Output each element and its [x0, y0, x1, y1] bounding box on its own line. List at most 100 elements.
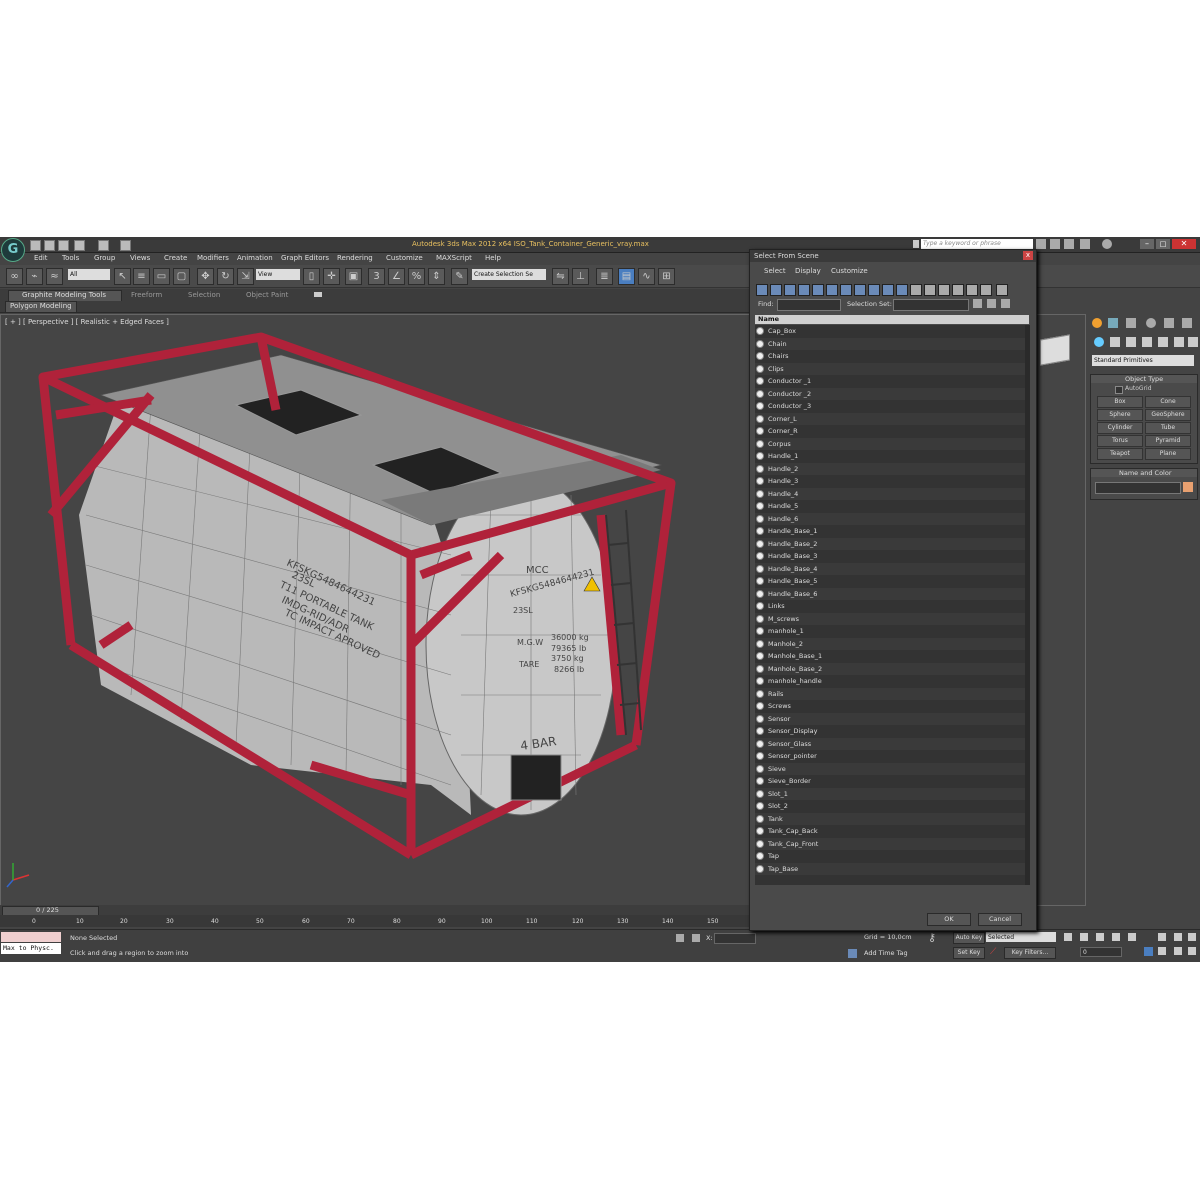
orbit-icon[interactable]	[1188, 947, 1196, 955]
zoom-all-icon[interactable]	[1174, 933, 1182, 941]
menu-graph-editors[interactable]: Graph Editors	[281, 254, 329, 262]
display-bones-icon[interactable]	[868, 284, 880, 296]
select-by-name-icon[interactable]: ≡	[133, 268, 150, 285]
selection-set-dropdown[interactable]	[893, 299, 969, 311]
list-item[interactable]: Chairs	[755, 350, 1029, 363]
dialog-close-button[interactable]: x	[1023, 251, 1033, 260]
list-item[interactable]: manhole_1	[755, 625, 1029, 638]
select-object-icon[interactable]: ↖	[114, 268, 131, 285]
spinner-snap-icon[interactable]: ⇕	[428, 268, 445, 285]
list-item[interactable]: Corner_L	[755, 412, 1029, 425]
curve-editor-icon[interactable]: ∿	[638, 268, 655, 285]
shapes-icon[interactable]	[1110, 337, 1120, 347]
help-search-input[interactable]: Type a keyword or phrase	[921, 239, 1033, 249]
list-item[interactable]: Conductor _3	[755, 400, 1029, 413]
key-filters-button[interactable]: Key Filters...	[1004, 947, 1056, 959]
display-lights-icon[interactable]	[784, 284, 796, 296]
favorites-icon[interactable]	[1080, 239, 1090, 249]
time-tag-icon[interactable]	[848, 949, 857, 958]
list-item[interactable]: Sensor_Glass	[755, 737, 1029, 750]
field-of-view-icon[interactable]	[1158, 947, 1166, 955]
list-item[interactable]: Handle_3	[755, 475, 1029, 488]
search-arrow-icon[interactable]	[913, 240, 919, 248]
named-selection-dropdown[interactable]: Create Selection Se	[472, 269, 546, 280]
list-item[interactable]: Handle_Base_1	[755, 525, 1029, 538]
new-file-icon[interactable]	[30, 240, 41, 251]
current-frame-field[interactable]: 0	[1080, 947, 1122, 957]
dialog-menu-customize[interactable]: Customize	[831, 267, 868, 275]
rotate-icon[interactable]: ↻	[217, 268, 234, 285]
primitive-type-dropdown[interactable]: Standard Primitives	[1092, 355, 1194, 366]
menu-views[interactable]: Views	[130, 254, 150, 262]
list-item[interactable]: Sieve	[755, 762, 1029, 775]
list-item[interactable]: Handle_2	[755, 462, 1029, 475]
track-bar[interactable]	[0, 915, 760, 927]
list-item[interactable]: Tank	[755, 812, 1029, 825]
graphite-toggle-icon[interactable]: ▤	[618, 268, 635, 285]
reference-coord-dropdown[interactable]: View	[256, 269, 300, 280]
ok-button[interactable]: OK	[927, 913, 971, 926]
minimize-button[interactable]: –	[1140, 239, 1154, 249]
motion-tab-icon[interactable]	[1146, 318, 1156, 328]
list-item[interactable]: Conductor _1	[755, 375, 1029, 388]
list-item[interactable]: Sensor_pointer	[755, 750, 1029, 763]
next-frame-icon[interactable]	[1112, 933, 1120, 941]
key-mode-dropdown[interactable]: Selected	[986, 932, 1056, 942]
set-key-button[interactable]: Set Key	[953, 947, 985, 959]
find-input[interactable]	[777, 299, 841, 311]
maxscript-listener[interactable]: Max to Physc.	[1, 943, 61, 954]
list-item[interactable]: Rails	[755, 687, 1029, 700]
scale-icon[interactable]: ⇲	[237, 268, 254, 285]
space-warps-icon[interactable]	[1174, 337, 1184, 347]
align-icon[interactable]: ⊥	[572, 268, 589, 285]
dialog-menu-select[interactable]: Select	[764, 267, 786, 275]
list-item[interactable]: Handle_Base_6	[755, 587, 1029, 600]
menu-group[interactable]: Group	[94, 254, 115, 262]
select-manipulate-icon[interactable]: ✛	[323, 268, 340, 285]
bind-space-warp-icon[interactable]: ≈	[46, 268, 63, 285]
list-item[interactable]: Handle_6	[755, 512, 1029, 525]
menu-edit[interactable]: Edit	[34, 254, 48, 262]
polygon-modeling-label[interactable]: Polygon Modeling	[10, 302, 72, 310]
play-icon[interactable]	[1096, 933, 1104, 941]
go-to-end-icon[interactable]	[1128, 933, 1136, 941]
select-all-icon[interactable]	[952, 284, 964, 296]
cameras-icon[interactable]	[1142, 337, 1152, 347]
display-all-icon[interactable]	[910, 284, 922, 296]
zoom-extents-icon[interactable]	[1188, 933, 1196, 941]
lights-icon[interactable]	[1126, 337, 1136, 347]
filter-icon[interactable]	[996, 284, 1008, 296]
unlink-icon[interactable]: ⌁	[26, 268, 43, 285]
list-item[interactable]: Sensor	[755, 712, 1029, 725]
display-frozen-icon[interactable]	[896, 284, 908, 296]
lock-selection-icon[interactable]	[676, 934, 684, 942]
percent-snap-icon[interactable]: %	[408, 268, 425, 285]
list-item[interactable]: Manhole_Base_2	[755, 662, 1029, 675]
display-groups-icon[interactable]	[840, 284, 852, 296]
list-item[interactable]: manhole_handle	[755, 675, 1029, 688]
list-item[interactable]: Chain	[755, 337, 1029, 350]
tube-button[interactable]: Tube	[1145, 422, 1191, 434]
x-coord-field[interactable]	[714, 933, 756, 944]
list-item[interactable]: Slot_1	[755, 787, 1029, 800]
list-item[interactable]: Handle_Base_2	[755, 537, 1029, 550]
pyramid-button[interactable]: Pyramid	[1145, 435, 1191, 447]
list-item[interactable]: Handle_4	[755, 487, 1029, 500]
menu-customize[interactable]: Customize	[386, 254, 423, 262]
list-item[interactable]: Corner_R	[755, 425, 1029, 438]
rectangular-selection-icon[interactable]: ▭	[153, 268, 170, 285]
selection-set-remove-icon[interactable]	[987, 299, 996, 308]
cancel-button[interactable]: Cancel	[978, 913, 1022, 926]
object-name-input[interactable]	[1095, 482, 1181, 494]
maximize-button[interactable]: □	[1156, 239, 1170, 249]
ribbon-options-icon[interactable]	[314, 292, 322, 297]
auto-key-button[interactable]: Auto Key	[953, 932, 985, 944]
help-icon[interactable]	[1102, 239, 1112, 249]
snaps-toggle-icon[interactable]: 3	[368, 268, 385, 285]
menu-help[interactable]: Help	[485, 254, 501, 262]
keyboard-shortcut-icon[interactable]: ▣	[345, 268, 362, 285]
list-item[interactable]: Manhole_2	[755, 637, 1029, 650]
box-button[interactable]: Box	[1097, 396, 1143, 408]
angle-snap-icon[interactable]: ∠	[388, 268, 405, 285]
cone-button[interactable]: Cone	[1145, 396, 1191, 408]
